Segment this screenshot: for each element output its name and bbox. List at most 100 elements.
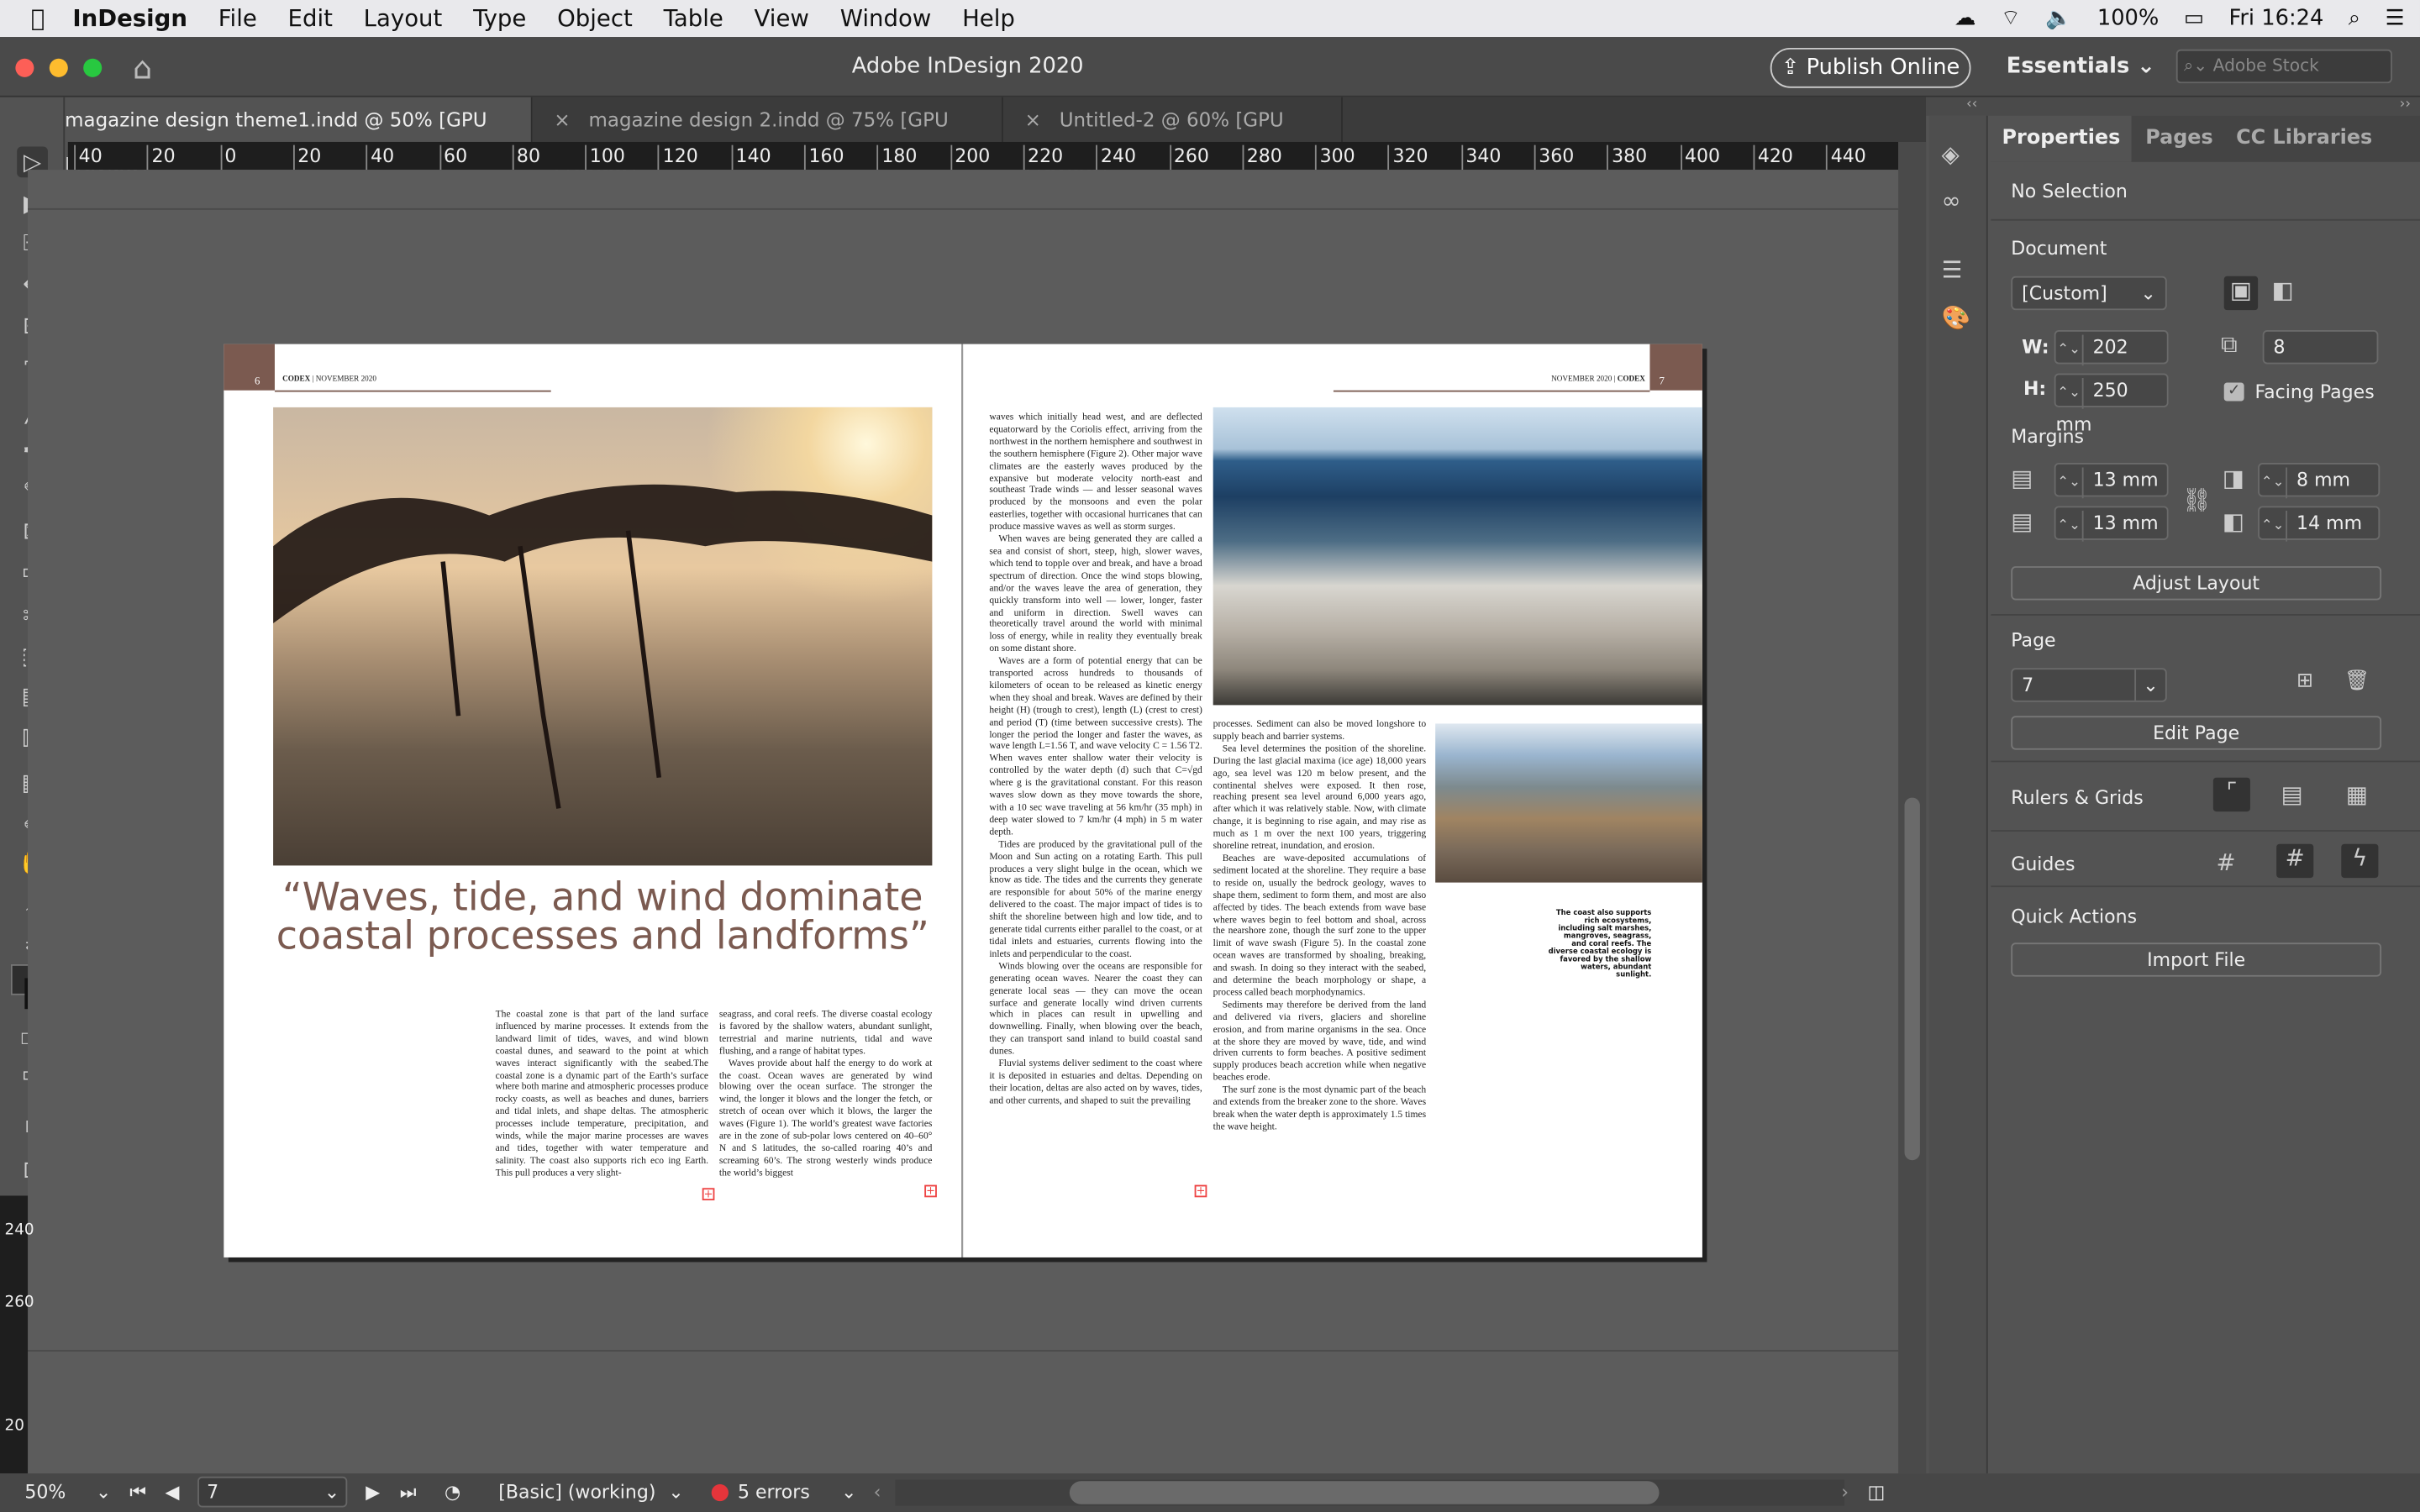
horizontal-ruler[interactable]: 40 20 0 20 40 60 80 100 120 140 160 180 200 220 240 260… (67, 141, 1899, 171)
seaweed-sunset-photo[interactable] (273, 407, 933, 866)
smart-guides-icon[interactable]: ϟ (2341, 843, 2379, 879)
overset-text-icon[interactable]: + (924, 1184, 937, 1198)
vertical-scroll-thumb[interactable] (1904, 797, 1920, 1161)
tab-document-3[interactable]: × Untitled-2 @ 60% [GPU Preview] (1003, 97, 1343, 176)
outside-margin-field[interactable]: ⌃⌄ 14 mm (2258, 506, 2381, 542)
rocky-shore-photo[interactable] (1213, 407, 1702, 706)
stepper-icon[interactable]: ⌃⌄ (2056, 510, 2084, 542)
stepper-icon[interactable]: ⌃⌄ (2056, 377, 2084, 409)
tab-document-2[interactable]: × magazine design 2.indd @ 75% [GPU Prev… (533, 97, 1003, 176)
rulers-icon[interactable]: ⌜ (2212, 777, 2250, 812)
baseline-grid-icon[interactable]: ▤ (2281, 780, 2303, 808)
stroke-icon[interactable]: ☰ (1942, 256, 1963, 284)
scroll-left-icon[interactable]: ‹ (874, 1481, 881, 1503)
expand-right-icon[interactable]: ›› (2400, 97, 2411, 113)
menu-help[interactable]: Help (962, 5, 1015, 33)
inside-margin-field[interactable]: ⌃⌄ 8 mm (2258, 463, 2381, 499)
page-7[interactable]: 7 NOVEMBER 2020 | CODEX waves which init… (963, 344, 1702, 1257)
width-field[interactable]: ⌃⌄202 mm (2054, 330, 2169, 392)
apple-icon[interactable]:  (31, 5, 45, 33)
facing-pages-checkbox[interactable]: ✓ (2223, 382, 2244, 402)
battery-percent[interactable]: 100% (2097, 6, 2160, 30)
page-dropdown-icon[interactable]: ⌄ (324, 1481, 339, 1503)
body-column-3[interactable]: waves which initially head west, and are… (989, 412, 1202, 1214)
edit-page-button[interactable]: Edit Page (2011, 716, 2382, 750)
add-page-icon[interactable]: ⊞ (2296, 669, 2313, 693)
unlink-margins-icon[interactable]: ⛓ (2182, 486, 2212, 514)
adjust-layout-button[interactable]: Adjust Layout (2011, 566, 2382, 601)
workspace-switcher[interactable]: Essentials ⌄ (2007, 54, 2155, 78)
swatches-icon[interactable]: 🎨 (1942, 304, 1970, 332)
menu-edit[interactable]: Edit (288, 5, 333, 33)
pebble-beach-photo[interactable] (1435, 723, 1702, 883)
first-page-icon[interactable]: ⏮ (129, 1481, 146, 1504)
import-file-button[interactable]: Import File (2011, 942, 2382, 977)
scroll-right-icon[interactable]: › (1841, 1481, 1849, 1503)
tab-document-1[interactable]: magazine design theme1.indd @ 50% [GPU P… (65, 97, 533, 176)
stepper-icon[interactable]: ⌃⌄ (2260, 467, 2288, 499)
errors-dropdown-icon[interactable]: ⌄ (841, 1481, 856, 1503)
preflight-errors[interactable]: 5 errors (738, 1481, 810, 1503)
photo-caption[interactable]: The coast also supports rich ecosystems,… (1546, 911, 1652, 980)
overset-text-icon[interactable]: + (1194, 1184, 1207, 1198)
height-field[interactable]: ⌃⌄ 250 mm (2054, 373, 2169, 435)
portrait-orientation-icon[interactable]: ▣ (2223, 276, 2259, 311)
collapse-left-icon[interactable]: ‹‹ (1966, 97, 1977, 113)
menu-app[interactable]: InDesign (72, 5, 187, 33)
body-column-1[interactable]: The coastal zone is that part of the lan… (496, 1009, 708, 1212)
tab-pages[interactable]: Pages (2132, 116, 2228, 162)
menu-layout[interactable]: Layout (364, 5, 443, 33)
body-column-4[interactable]: processes. Sediment can also be moved lo… (1213, 719, 1426, 1213)
ruler-tick: 0 (219, 144, 236, 171)
preflight-profile[interactable]: [Basic] (working) (498, 1481, 655, 1503)
menu-object[interactable]: Object (557, 5, 633, 33)
vertical-ruler[interactable]: 240 260 20 (0, 1195, 34, 1474)
profile-dropdown-icon[interactable]: ⌄ (668, 1481, 683, 1503)
layers-icon[interactable]: ◈ (1942, 140, 1960, 168)
horizontal-scroll-thumb[interactable] (1069, 1481, 1660, 1504)
spotlight-icon[interactable]: ⌕ (2349, 6, 2360, 30)
clock[interactable]: Fri 16:24 (2228, 6, 2323, 30)
menu-window[interactable]: Window (840, 5, 932, 33)
close-tab-icon[interactable]: × (554, 108, 588, 132)
open-document-icon[interactable]: ◔ (445, 1481, 460, 1503)
last-page-icon[interactable]: ⏭ (400, 1481, 417, 1504)
zoom-level[interactable]: 50% (24, 1481, 66, 1503)
document-preset-select[interactable]: [Custom] ⌄ (2011, 276, 2167, 311)
page-select[interactable]: 7 ⌄ (2011, 668, 2167, 702)
zoom-dropdown-icon[interactable]: ⌄ (96, 1481, 111, 1503)
control-center-icon[interactable]: ☰ (2386, 6, 2405, 30)
bottom-margin-field[interactable]: ⌃⌄ 13 mm (2054, 506, 2169, 542)
split-window-icon[interactable]: ◫ (1867, 1481, 1885, 1503)
close-tab-icon[interactable]: × (1025, 108, 1060, 132)
wifi-icon[interactable]: ⌔ (2001, 5, 2021, 33)
tab-cc-libraries[interactable]: CC Libraries (2227, 116, 2381, 162)
lock-guides-icon[interactable]: # (2276, 843, 2314, 879)
next-page-icon[interactable]: ▶ (366, 1481, 380, 1503)
stepper-icon[interactable]: ⌃⌄ (2056, 334, 2084, 366)
show-guides-icon[interactable]: # (2217, 848, 2236, 876)
tab-properties[interactable]: Properties (1991, 115, 2132, 162)
menu-file[interactable]: File (218, 5, 257, 33)
links-icon[interactable]: ∞ (1942, 186, 1961, 214)
menu-view[interactable]: View (755, 5, 809, 33)
adobe-stock-search-input[interactable]: ⌕⌄ Adobe Stock (2175, 49, 2392, 84)
document-grid-icon[interactable]: ▦ (2346, 780, 2368, 808)
previous-page-icon[interactable]: ◀ (166, 1481, 180, 1503)
publish-online-button[interactable]: ⇪ Publish Online (1770, 47, 1971, 88)
stepper-icon[interactable]: ⌃⌄ (2260, 510, 2288, 542)
page-6[interactable]: 6 CODEX | NOVEMBER 2020 “Waves, tide, an… (224, 344, 962, 1257)
vertical-scrollbar[interactable] (1898, 141, 1927, 1474)
body-column-2[interactable]: seagrass, and coral reefs. The diverse c… (719, 1009, 932, 1212)
delete-page-icon[interactable]: 🗑 (2344, 669, 2370, 693)
pull-quote[interactable]: “Waves, tide, and wind dominate coastal … (273, 878, 932, 955)
stepper-icon[interactable]: ⌃⌄ (2056, 467, 2084, 499)
pages-count-field[interactable]: 8 (2262, 330, 2379, 365)
creative-cloud-icon[interactable]: ☁ (1954, 6, 1976, 30)
menu-type[interactable]: Type (473, 5, 526, 33)
landscape-orientation-icon[interactable]: ◧ (2272, 276, 2294, 304)
overset-text-icon[interactable]: + (702, 1188, 715, 1200)
top-margin-field[interactable]: ⌃⌄ 13 mm (2054, 463, 2169, 499)
menu-table[interactable]: Table (664, 5, 723, 33)
volume-icon[interactable]: 🔈 (2045, 6, 2072, 30)
